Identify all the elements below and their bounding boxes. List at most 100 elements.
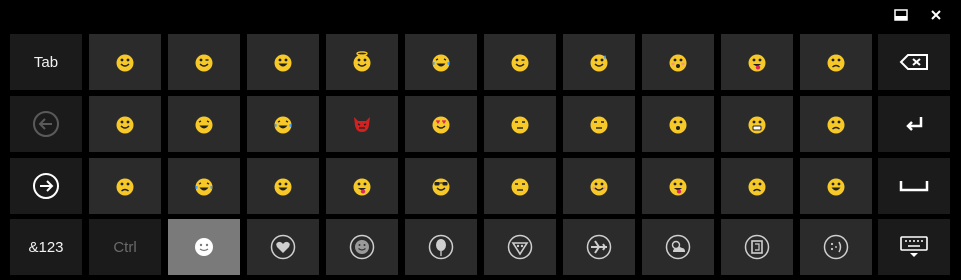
emoji-key[interactable]	[563, 96, 635, 152]
dock-button[interactable]	[890, 6, 912, 24]
category-emoticon-tab[interactable]	[800, 219, 872, 275]
emoji-key[interactable]	[484, 158, 556, 214]
emoji-key[interactable]	[721, 96, 793, 152]
disappointed-emoji-icon	[825, 51, 847, 73]
emoji-key[interactable]	[563, 34, 635, 90]
emoticon-category-icon	[823, 234, 849, 260]
heart-category-icon	[270, 234, 296, 260]
neutral-emoji-icon	[509, 113, 531, 135]
emoji-key[interactable]	[247, 96, 319, 152]
next-page-key[interactable]	[10, 158, 82, 214]
weather-category-icon	[665, 234, 691, 260]
fearful-emoji-icon	[746, 113, 768, 135]
category-smiley-tab[interactable]	[168, 219, 240, 275]
arrow-left-circle-icon	[33, 111, 59, 137]
numbers-symbols-label: &123	[28, 238, 64, 256]
emoji-key[interactable]	[484, 96, 556, 152]
frown-emoji-icon	[114, 175, 136, 197]
flushed-emoji-icon	[667, 51, 689, 73]
tears-of-joy-emoji-icon	[272, 113, 294, 135]
sad-emoji-icon	[825, 113, 847, 135]
emoji-key[interactable]	[642, 96, 714, 152]
tab-key-label: Tab	[33, 53, 59, 71]
grin-emoji-icon	[272, 175, 294, 197]
smiley-category-icon	[195, 238, 213, 256]
emoji-key[interactable]	[721, 34, 793, 90]
emoji-key[interactable]	[405, 96, 477, 152]
emoji-key[interactable]	[642, 34, 714, 90]
face-category-icon	[349, 234, 375, 260]
emoji-key[interactable]	[326, 96, 398, 152]
tears-of-joy-emoji-icon	[430, 51, 452, 73]
category-balloon-tab[interactable]	[405, 219, 477, 275]
emoji-key[interactable]	[800, 158, 872, 214]
emoji-key[interactable]	[168, 158, 240, 214]
halo-emoji-icon	[351, 51, 373, 73]
category-face-tab[interactable]	[326, 219, 398, 275]
category-symbols-tab[interactable]	[721, 219, 793, 275]
unamused-emoji-icon	[588, 113, 610, 135]
numbers-symbols-key[interactable]: &123	[10, 219, 82, 275]
devil-emoji-icon	[351, 113, 373, 135]
touch-keyboard: Tab &123 Ctrl	[0, 0, 962, 280]
sad-emoji-icon	[746, 175, 768, 197]
space-key[interactable]	[878, 158, 950, 214]
heart-eyes-emoji-icon	[430, 113, 452, 135]
surprised-emoji-icon	[667, 113, 689, 135]
emoji-key[interactable]	[89, 158, 161, 214]
space-icon	[899, 181, 929, 192]
tears-of-joy-emoji-icon	[193, 175, 215, 197]
emoji-key[interactable]	[800, 96, 872, 152]
emoji-key[interactable]	[168, 96, 240, 152]
wink-emoji-icon	[193, 51, 215, 73]
emoji-key[interactable]	[563, 158, 635, 214]
grin-emoji-icon	[825, 175, 847, 197]
category-food-tab[interactable]	[484, 219, 556, 275]
emoji-key[interactable]	[484, 34, 556, 90]
emoji-key[interactable]	[89, 34, 161, 90]
unamused-emoji-icon	[509, 175, 531, 197]
dock-icon	[894, 9, 908, 21]
ctrl-key[interactable]: Ctrl	[89, 219, 161, 275]
category-travel-tab[interactable]	[563, 219, 635, 275]
category-heart-tab[interactable]	[247, 219, 319, 275]
sweat-emoji-icon	[588, 51, 610, 73]
close-icon	[931, 10, 941, 20]
laugh-emoji-icon	[193, 113, 215, 135]
tongue-wink-emoji-icon	[351, 175, 373, 197]
emoji-key[interactable]	[800, 34, 872, 90]
tongue-emoji-icon	[667, 175, 689, 197]
symbols-category-icon	[744, 234, 770, 260]
enter-icon	[906, 117, 923, 131]
blush-emoji-icon	[588, 175, 610, 197]
ctrl-key-label: Ctrl	[113, 238, 137, 256]
emoji-key[interactable]	[89, 96, 161, 152]
balloon-category-icon	[428, 234, 454, 260]
emoji-key[interactable]	[168, 34, 240, 90]
smirk-emoji-icon	[509, 51, 531, 73]
emoji-key[interactable]	[642, 158, 714, 214]
emoji-key[interactable]	[326, 34, 398, 90]
previous-page-key[interactable]	[10, 96, 82, 152]
airplane-category-icon	[586, 234, 612, 260]
sunglasses-emoji-icon	[430, 175, 452, 197]
tongue-emoji-icon	[746, 51, 768, 73]
keyboard-layout-key[interactable]	[878, 219, 950, 275]
emoji-key[interactable]	[721, 158, 793, 214]
smile-emoji-icon	[114, 113, 136, 135]
grin-emoji-icon	[272, 51, 294, 73]
pizza-category-icon	[507, 234, 533, 260]
arrow-right-circle-icon	[33, 173, 59, 199]
emoji-key[interactable]	[326, 158, 398, 214]
tab-key[interactable]: Tab	[10, 34, 82, 90]
keyboard-title-bar	[0, 0, 962, 30]
close-button[interactable]	[925, 6, 947, 24]
category-weather-tab[interactable]	[642, 219, 714, 275]
emoji-key[interactable]	[405, 34, 477, 90]
emoji-key[interactable]	[405, 158, 477, 214]
emoji-key[interactable]	[247, 158, 319, 214]
emoji-key[interactable]	[247, 34, 319, 90]
backspace-key[interactable]	[878, 34, 950, 90]
keyboard-icon	[900, 236, 928, 257]
enter-key[interactable]	[878, 96, 950, 152]
